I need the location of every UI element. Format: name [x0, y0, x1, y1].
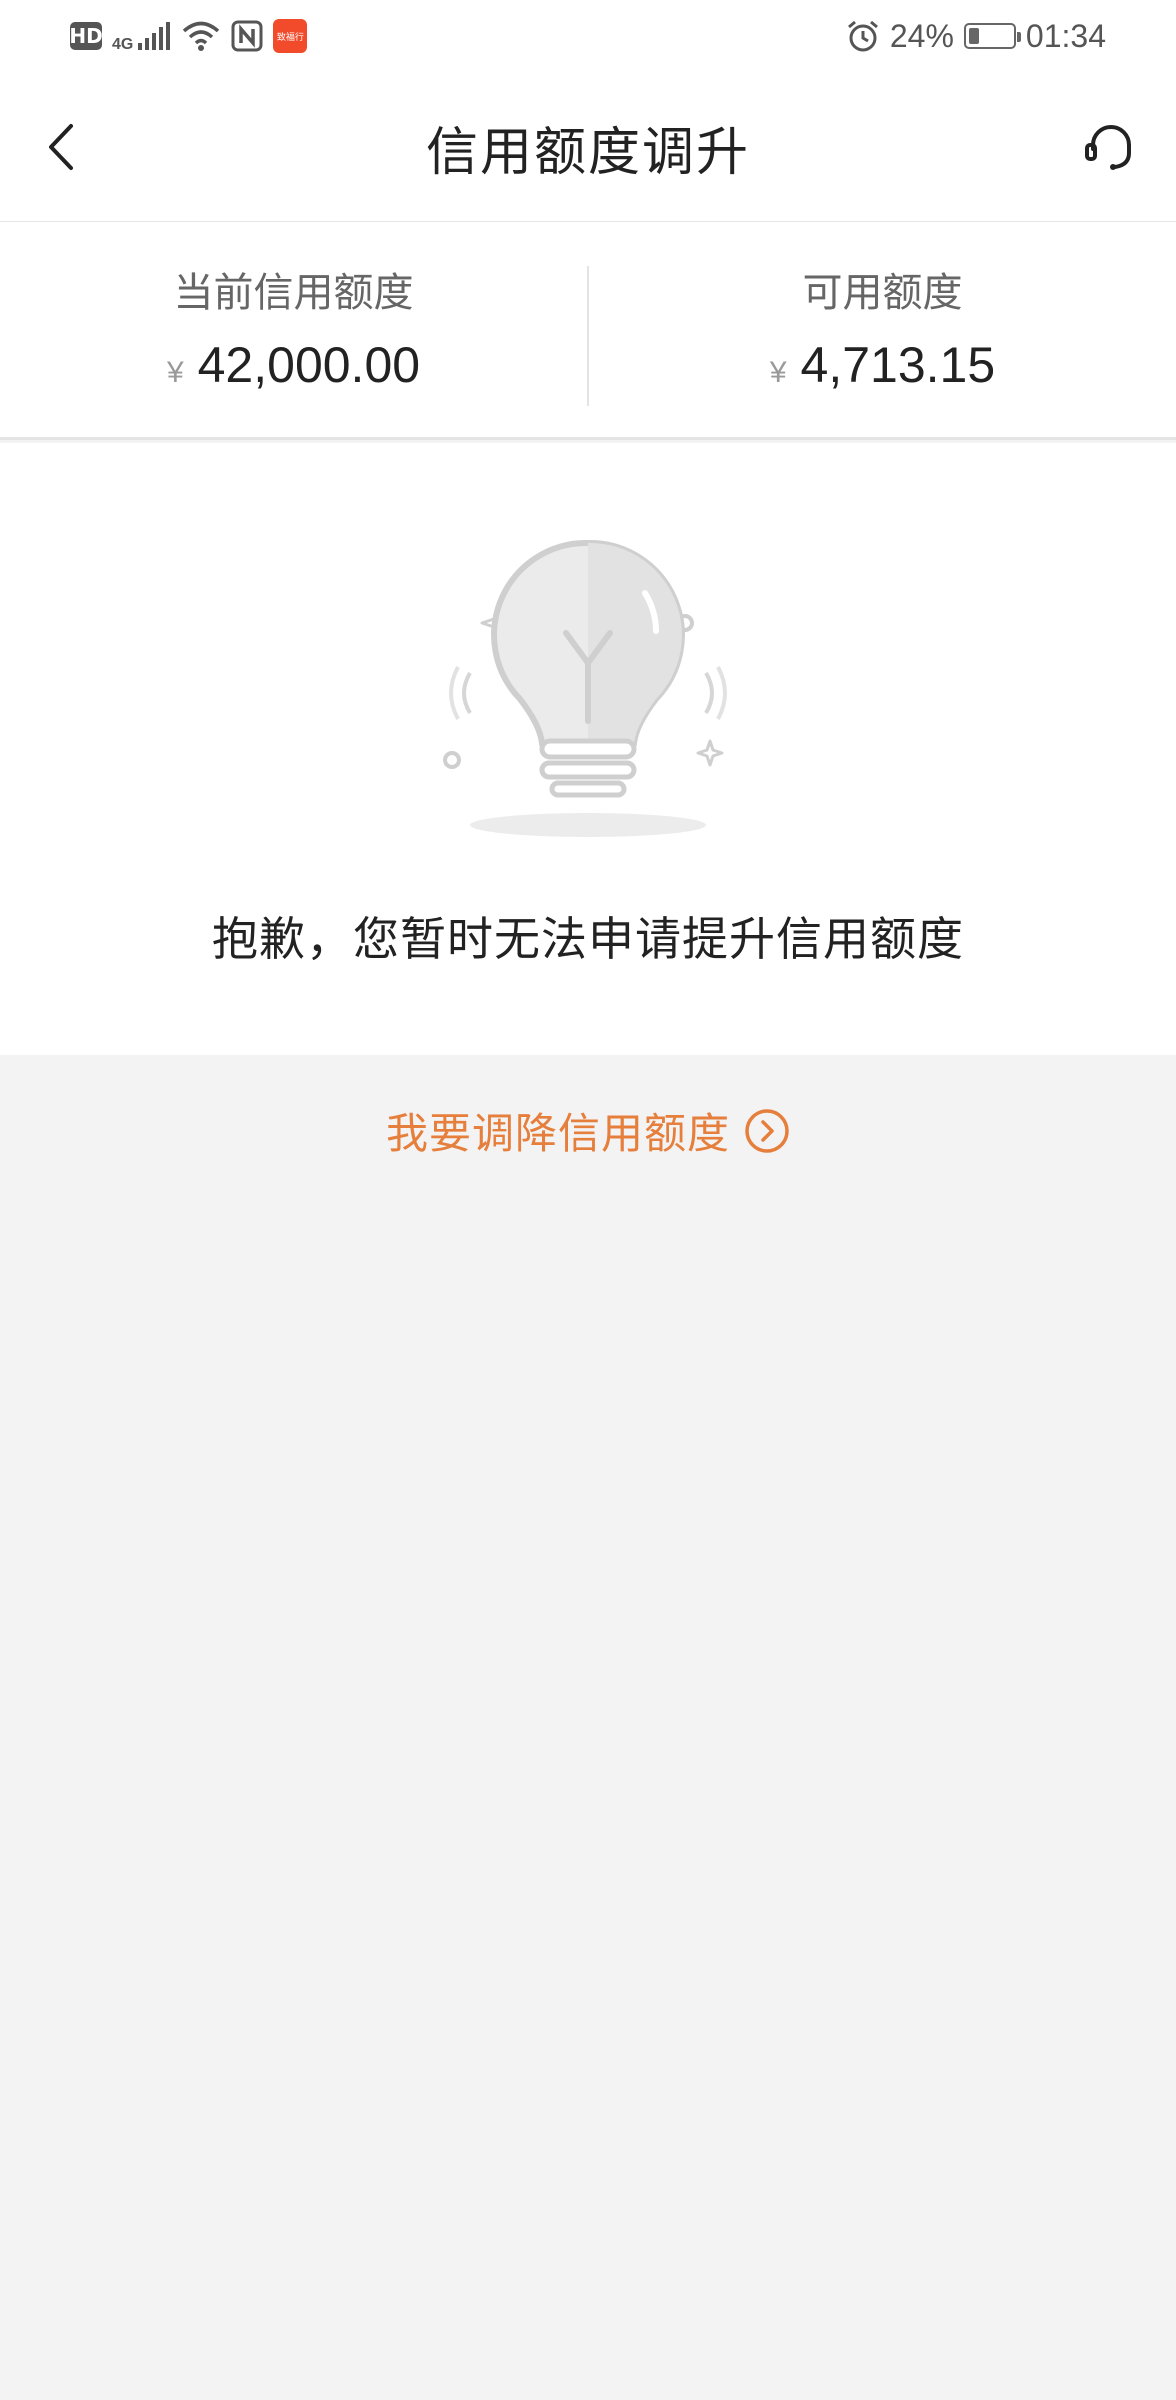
current-limit: 当前信用额度 ¥ 42,000.00	[0, 222, 587, 437]
nfc-icon	[231, 20, 263, 52]
empty-state-panel: 抱歉，您暂时无法申请提升信用额度	[0, 443, 1176, 1055]
customer-service-button[interactable]	[1076, 112, 1146, 182]
headset-icon	[1085, 125, 1131, 170]
lightbulb-icon	[443, 539, 727, 837]
reduce-limit-label[interactable]: 我要调降信用额度	[386, 1100, 730, 1161]
wifi-icon	[183, 21, 220, 51]
status-bar-right: 24% 01:34	[846, 18, 1106, 55]
circle-chevron-right-icon[interactable]	[744, 1108, 790, 1154]
signal-icon	[138, 22, 171, 50]
available-limit-value: ¥ 4,713.15	[770, 336, 995, 394]
clock: 01:34	[1025, 17, 1106, 54]
empty-state-message: 抱歉，您暂时无法申请提升信用额度	[212, 913, 964, 965]
available-limit-amount: 4,713.15	[800, 337, 996, 393]
currency-symbol: ¥	[166, 356, 184, 389]
battery-icon	[963, 23, 1021, 49]
nav-bar: 信用额度调升	[0, 72, 1176, 222]
hd-icon: HD	[69, 22, 103, 50]
available-limit-label: 可用额度	[802, 271, 963, 315]
battery-level	[968, 28, 979, 44]
alarm-icon	[847, 20, 878, 52]
current-limit-amount: 42,000.00	[197, 337, 421, 393]
battery-percent: 24%	[889, 17, 954, 54]
credit-limits-panel: 当前信用额度 ¥ 42,000.00 可用额度 ¥ 4,713.15	[0, 222, 1176, 440]
reduce-limit-link[interactable]: 我要调降信用额度	[0, 1100, 1176, 1161]
status-bar-left: HD 4G 致福行	[69, 18, 308, 54]
status-bar: HD 4G 致福行 24% 01:34	[0, 0, 1176, 72]
app-notification-icon: 致福行	[273, 19, 308, 53]
page-title: 信用额度调升	[425, 123, 750, 182]
current-limit-value: ¥ 42,000.00	[167, 336, 420, 394]
available-limit: 可用额度 ¥ 4,713.15	[589, 222, 1176, 437]
current-limit-label: 当前信用额度	[173, 271, 414, 315]
currency-symbol: ¥	[769, 356, 787, 389]
network-type: 4G	[112, 36, 134, 53]
